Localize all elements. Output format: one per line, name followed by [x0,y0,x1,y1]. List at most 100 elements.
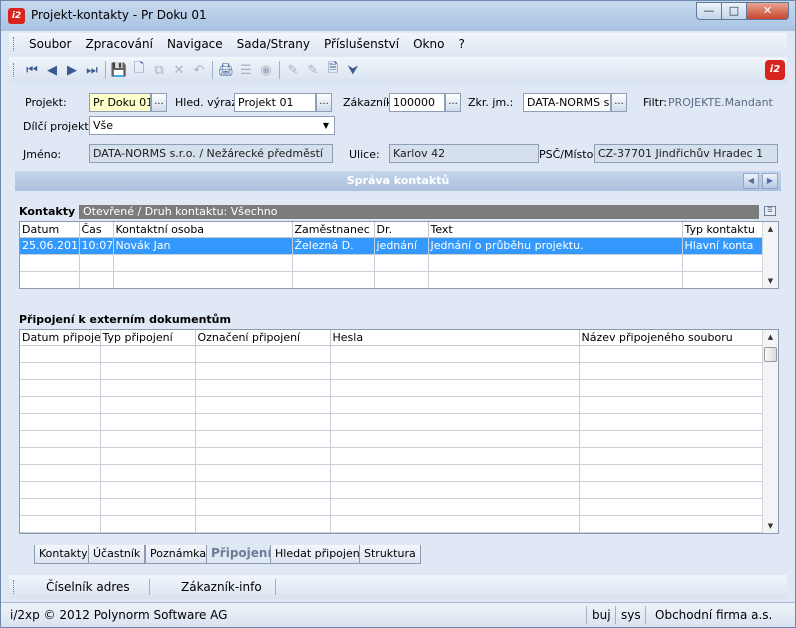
tab-struktura[interactable]: Struktura [359,545,421,564]
menu-soubor[interactable]: Soubor [22,37,78,51]
projekt-input[interactable]: Pr Doku 01 [89,93,151,112]
brand-logo-icon: i2 [765,60,785,80]
title-bar[interactable]: i2 Projekt-kontakty - Pr Doku 01 — □ ✕ [1,1,795,31]
chevron-left-icon[interactable]: ◀ [743,173,759,189]
scroll-down-icon[interactable]: ▼ [763,274,778,288]
filtr-value: PROJEKTE.Mandant [668,96,773,109]
delete-icon[interactable]: ✕ [169,60,189,80]
dilci-projekt-value: Vše [93,119,114,132]
bottom-grip[interactable] [13,580,16,594]
scroll-thumb[interactable] [764,347,777,362]
zakaznik-info-button[interactable]: Zákazník-info [181,580,262,594]
last-record-icon[interactable]: ⏭ [82,60,102,80]
column-header[interactable]: Dr. [374,222,429,238]
zakaznik-lookup-button[interactable]: ... [445,93,461,112]
table-row[interactable] [20,430,764,448]
minimize-button[interactable]: — [696,2,722,20]
projekt-label: Projekt: [25,96,67,109]
column-header[interactable]: Datum [20,222,80,238]
print-icon[interactable]: 🖨 [216,60,236,80]
table-row[interactable] [20,271,764,288]
save-icon[interactable]: 💾 [109,60,129,80]
app-window: i2 Projekt-kontakty - Pr Doku 01 — □ ✕ S… [0,0,796,628]
attachments-scrollbar[interactable]: ▲ ▼ [762,330,778,533]
projekt-lookup-button[interactable]: ... [151,93,167,112]
contacts-header-row: Datum Čas Kontaktní osoba Zaměstnanec Dr… [20,222,764,238]
status-bar: i/2xp © 2012 Polynorm Software AG buj sy… [1,602,795,627]
table-row[interactable] [20,464,764,482]
table-row[interactable] [20,254,764,272]
hled-vyraz-input[interactable]: Projekt 01 [234,93,316,112]
column-header[interactable]: Typ kontaktu [682,222,764,238]
first-record-icon[interactable]: ⏮ [22,60,42,80]
tab-strip: Kontakty Účastník Poznámka Připojení Hle… [9,545,787,565]
toolbar-separator [212,61,213,79]
scroll-up-icon[interactable]: ▲ [763,222,778,236]
column-header[interactable]: Hesla [330,330,580,346]
table-row[interactable]: 25.06.2012 10:07 Novák Jan Železná D. je… [20,237,764,255]
contacts-scrollbar[interactable]: ▲ ▼ [762,222,778,288]
column-header[interactable]: Označení připojení [195,330,331,346]
table-row[interactable] [20,379,764,397]
chevron-down-icon[interactable]: ▼ [320,119,332,132]
column-header[interactable]: Zaměstnanec [292,222,375,238]
table-row[interactable] [20,362,764,380]
globe-icon[interactable]: ◉ [256,60,276,80]
undo-icon[interactable]: ↶ [189,60,209,80]
filtr-label: Filtr: [643,96,667,109]
zakaznik-label: Zákazník [343,96,393,109]
copy-icon[interactable]: ⧉ [149,60,169,80]
table-row[interactable] [20,498,764,516]
zakaznik-input[interactable]: 100000 [389,93,445,112]
menu-sada-strany[interactable]: Sada/Strany [230,37,317,51]
contacts-title: Kontakty [19,205,76,218]
hled-vyraz-lookup-button[interactable]: ... [316,93,332,112]
column-header[interactable]: Datum připojení [20,330,101,346]
dilci-projekt-select[interactable]: Vše ▼ [89,116,335,135]
column-header[interactable]: Čas [79,222,114,238]
ciselnik-adres-button[interactable]: Číselník adres [46,580,130,594]
chevron-right-icon[interactable]: ▶ [762,173,778,189]
window-title: Projekt-kontakty - Pr Doku 01 [31,8,207,22]
maximize-button[interactable]: □ [721,2,747,20]
scroll-up-icon[interactable]: ▲ [763,330,778,344]
previous-record-icon[interactable]: ◀ [42,60,62,80]
tab-poznamka[interactable]: Poznámka [145,545,212,564]
column-header[interactable]: Název připojeného souboru [579,330,764,346]
menu-navigace[interactable]: Navigace [160,37,230,51]
status-user: buj [592,608,611,622]
close-button[interactable]: ✕ [746,2,789,20]
tab-pripojeni[interactable]: Připojení [206,545,277,564]
tree-icon[interactable]: ☰ [236,60,256,80]
table-cell: jednání [374,237,429,255]
new-document-icon[interactable]: 🗋 [129,60,149,80]
table-row[interactable] [20,413,764,431]
menu-okno[interactable]: Okno [406,37,451,51]
table-row[interactable] [20,447,764,465]
dilci-projekt-label: Dílčí projekt: [23,120,93,133]
zkr-jm-input[interactable]: DATA-NORMS s [523,93,611,112]
column-header[interactable]: Kontaktní osoba [113,222,293,238]
column-header[interactable]: Text [428,222,683,238]
filter-icon[interactable]: ⮟ [343,60,363,80]
scroll-down-icon[interactable]: ▼ [763,519,778,533]
zkr-jm-lookup-button[interactable]: ... [611,93,627,112]
edit-pen-icon[interactable]: ✎ [303,60,323,80]
table-row[interactable] [20,345,764,363]
menu-zpracovani[interactable]: Zpracování [78,37,159,51]
column-header[interactable]: Typ připojení [100,330,196,346]
toolbar-grip[interactable] [13,63,16,77]
tab-hledat-pripojeni[interactable]: Hledat připojení [270,545,368,564]
next-record-icon[interactable]: ▶ [62,60,82,80]
tab-kontakty[interactable]: Kontakty [34,545,93,564]
tab-ucastnik[interactable]: Účastník [88,545,146,564]
table-row[interactable] [20,515,764,533]
notes-icon[interactable]: 🗎 [323,60,343,80]
edit-pen-icon[interactable]: ✎ [283,60,303,80]
menu-help[interactable]: ? [451,37,471,51]
grid-settings-icon[interactable]: ☰ [764,206,776,216]
menu-grip[interactable] [13,37,16,51]
table-row[interactable] [20,481,764,499]
table-row[interactable] [20,396,764,414]
menu-prislusenstvi[interactable]: Příslušenství [317,37,406,51]
